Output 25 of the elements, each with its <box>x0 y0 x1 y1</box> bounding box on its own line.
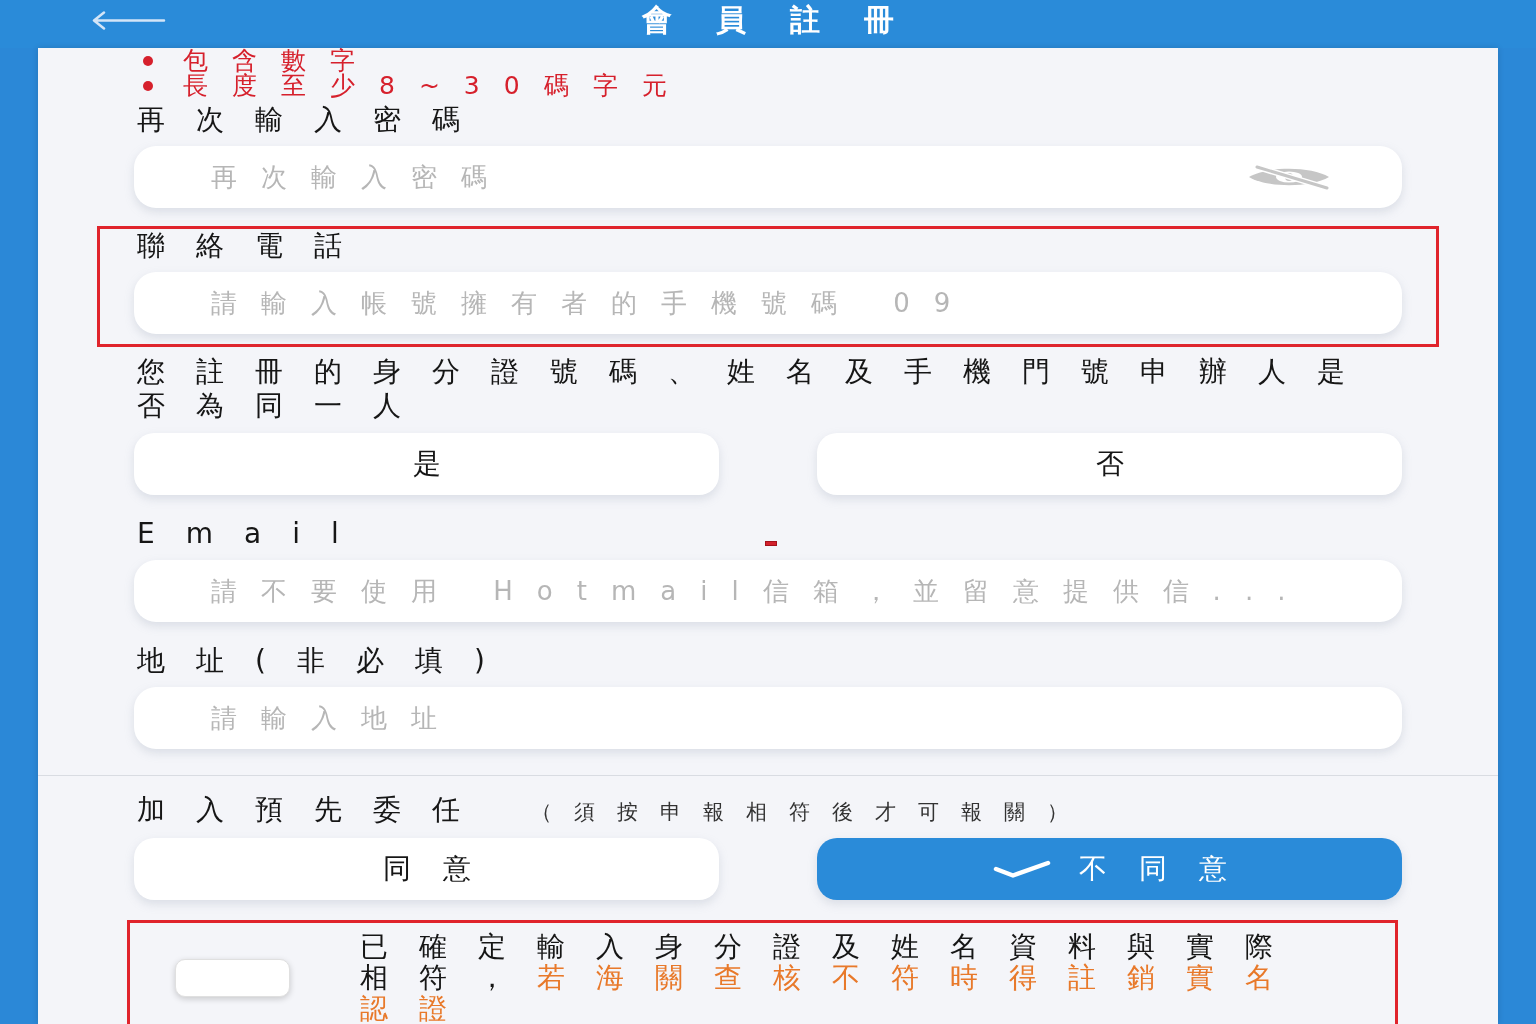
back-arrow-icon[interactable] <box>92 11 166 30</box>
section-label: 加入預先委任 <box>136 792 491 828</box>
rule-text: 長度至少8~30碼字元 <box>183 73 691 98</box>
address-field[interactable]: 請輸入地址 <box>134 687 1402 749</box>
question-text: 您註冊的身分證號碼、姓名及手機門號申辦人是否為同一人 <box>136 355 1377 423</box>
field-label: 再次輸入密碼 <box>136 103 491 137</box>
agreement-text: 已確定輸入身分證及姓名資料與實際相符，若海關查核不符時得註銷實名認證 <box>360 931 1305 1024</box>
bullet-icon <box>143 80 153 91</box>
choice-button[interactable]: 同意 <box>134 838 719 900</box>
field-label: 地址(非必填) <box>136 644 516 678</box>
page-title: 會員註冊 <box>642 1 938 39</box>
choice-button[interactable]: 否 <box>817 433 1402 495</box>
choice-button[interactable]: 不同意 <box>817 838 1402 900</box>
field-label: Email <box>136 517 370 551</box>
dash-icon <box>765 541 777 546</box>
rule-text: 包含數字 <box>183 48 379 73</box>
bullet-icon <box>143 55 153 66</box>
password-field[interactable]: 再次輸入密碼 <box>134 146 1402 208</box>
note-text: （須按申報相符後才可報關） <box>531 799 1090 826</box>
field-label: 聯絡電話 <box>136 229 373 263</box>
choice-button[interactable]: 是 <box>134 433 719 495</box>
check-icon <box>992 860 1051 878</box>
email-field[interactable]: 請不要使用 Hotmail信箱，並留意提供信... <box>134 560 1402 622</box>
phone-field[interactable]: 請輸入帳號擁有者的手機號碼 09 <box>134 272 1402 334</box>
checkbox[interactable] <box>175 958 290 997</box>
